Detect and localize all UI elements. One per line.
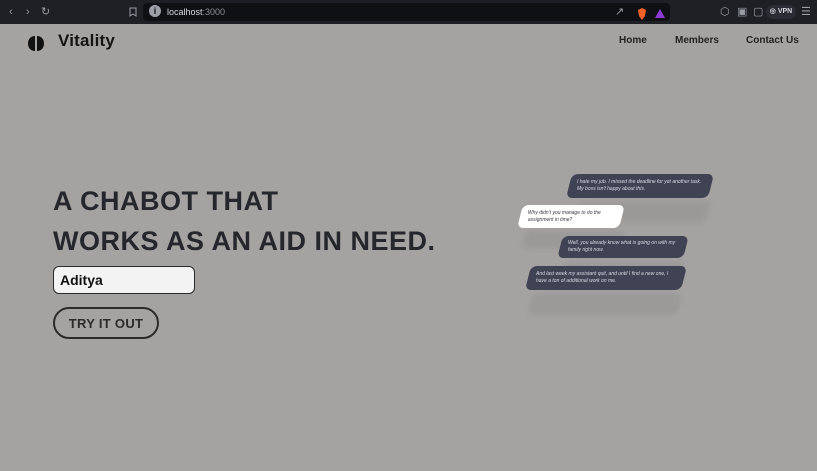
extensions-icon[interactable]: ⬡	[720, 0, 730, 24]
sidebar-icon[interactable]: ▣	[737, 0, 747, 24]
reload-icon[interactable]: ↻	[41, 0, 50, 24]
wallet-icon[interactable]: ▢	[753, 0, 763, 24]
name-input[interactable]	[53, 266, 195, 294]
browser-toolbar: ‹ › ↻ i localhost:3000 ↗ ⬡ ▣ ▢ ◎ VPN ☰	[0, 0, 817, 24]
hero-headline-line-2: WORKS AS AN AID IN NEED.	[53, 226, 436, 256]
chat-bubble-user-2: Well, you already know what is going on …	[557, 236, 689, 258]
nav-home[interactable]: Home	[619, 35, 647, 46]
vpn-button[interactable]: ◎ VPN	[766, 5, 796, 19]
menu-icon[interactable]: ☰	[801, 0, 811, 24]
share-icon[interactable]: ↗	[615, 0, 624, 24]
try-it-out-button[interactable]: TRY IT OUT	[53, 307, 159, 339]
hero-headline-line-1: A CHABOT THAT	[53, 186, 279, 216]
nav-contact-us[interactable]: Contact Us	[746, 35, 799, 46]
chat-bubble-bot-1: Why didn't you manage to do the assignme…	[517, 205, 625, 228]
brand-name[interactable]: Vitality	[58, 31, 115, 51]
site-info-icon[interactable]: i	[149, 5, 161, 17]
chat-bubble-user-3: And last week my assistant quit, and unt…	[525, 266, 687, 290]
nav-members[interactable]: Members	[675, 35, 719, 46]
url-text: localhost:3000	[167, 7, 226, 17]
bookmark-icon[interactable]	[129, 0, 137, 24]
brain-logo-icon[interactable]	[27, 35, 45, 52]
chat-bubble-user-1: I hate my job. I missed the deadline for…	[566, 174, 714, 198]
forward-icon[interactable]: ›	[26, 0, 30, 24]
brave-shield-icon[interactable]	[636, 7, 648, 21]
address-bar[interactable]: i localhost:3000 ↗	[143, 3, 670, 21]
back-icon[interactable]: ‹	[9, 0, 13, 24]
brave-rewards-icon[interactable]	[654, 7, 666, 21]
